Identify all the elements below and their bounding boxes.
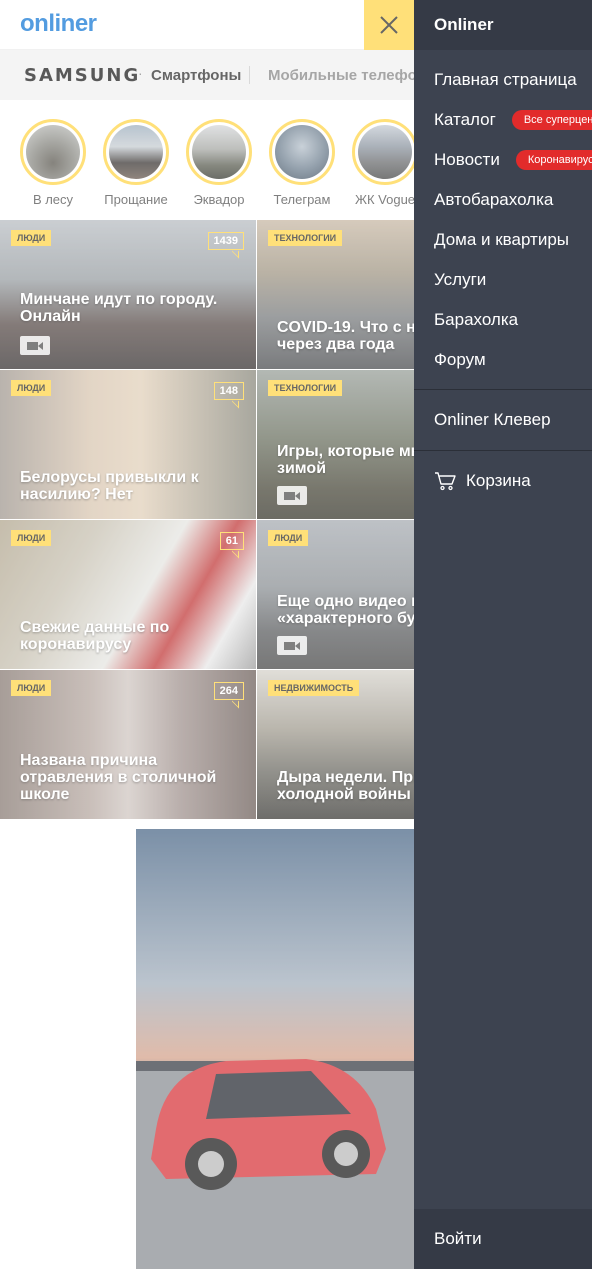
- menu-item-label: Дома и квартиры: [434, 230, 570, 249]
- promo-strip[interactable]: SAMSUNG · Смартфоны Мобильные телефоны: [0, 50, 414, 100]
- ad-banner[interactable]: [136, 829, 414, 1269]
- promo-divider: [249, 66, 250, 84]
- story-label: В лесу: [32, 192, 74, 207]
- news-title: Названа причина отравления в столичной ш…: [20, 752, 217, 803]
- menu-item-catalog[interactable]: Каталог Все суперцены: [414, 100, 592, 140]
- menu-item-news[interactable]: Новости Коронавирус: [414, 140, 592, 180]
- stories-carousel: В лесу Прощание Эквадор Телеграм ЖК Vogu…: [0, 100, 414, 220]
- news-tag: ТЕХНОЛОГИИ: [268, 230, 343, 246]
- story-ring: [20, 119, 86, 185]
- news-title: Дыра недели. Призрак холодной войны: [277, 769, 414, 803]
- menu-item-label: Главная страница: [434, 70, 577, 89]
- news-tile[interactable]: ЛЮДИ 1439 Минчане идут по городу. Онлайн: [0, 220, 256, 369]
- news-title: COVID-19. Что с нами через два года: [277, 319, 414, 353]
- story-thumbnail: [358, 125, 412, 179]
- cart-icon: [435, 472, 456, 491]
- news-tile[interactable]: ТЕХНОЛОГИИ Игры, которые мы ждем зимой: [257, 370, 414, 519]
- comment-count: 264: [213, 682, 244, 700]
- menu-list: Главная страница Каталог Все суперцены Н…: [414, 50, 592, 380]
- car-ad-image: [136, 829, 414, 1269]
- story-ring: [103, 119, 169, 185]
- catalog-badge: Все суперцены: [511, 110, 592, 130]
- menu-item-label: Услуги: [434, 270, 487, 289]
- story-label: Прощание: [104, 192, 168, 207]
- news-tag: ЛЮДИ: [11, 530, 52, 546]
- top-bar: onliner: [0, 0, 414, 50]
- comment-count: 1439: [207, 232, 244, 250]
- news-tile[interactable]: ЛЮДИ 61 Свежие данные по коронавирусу: [0, 520, 256, 669]
- news-tag: НЕДВИЖИМОСТЬ: [268, 680, 360, 696]
- news-title: Игры, которые мы ждем зимой: [277, 443, 414, 477]
- story-item[interactable]: Прощание: [101, 119, 171, 207]
- menu-item-forum[interactable]: Форум: [414, 340, 592, 380]
- news-tag: ЛЮДИ: [11, 380, 52, 396]
- video-icon: [277, 636, 307, 655]
- story-item[interactable]: Телеграм: [267, 119, 337, 207]
- video-icon: [277, 486, 307, 505]
- news-tile[interactable]: НЕДВИЖИМОСТЬ Дыра недели. Призрак холодн…: [257, 670, 414, 819]
- promo-brand: SAMSUNG: [24, 65, 141, 86]
- news-title: Минчане идут по городу. Онлайн: [20, 291, 218, 325]
- news-tile[interactable]: ЛЮДИ 264 Названа причина отравления в ст…: [0, 670, 256, 819]
- comment-count: 61: [219, 532, 244, 550]
- side-menu: Onliner Главная страница Каталог Все суп…: [414, 0, 592, 1269]
- story-label: Телеграм: [273, 192, 331, 207]
- menu-item-label: Каталог: [434, 110, 496, 129]
- comment-count: 148: [213, 382, 244, 400]
- story-label: Эквадор: [193, 192, 245, 207]
- story-ring: [352, 119, 414, 185]
- menu-item-cart[interactable]: Корзина: [414, 451, 592, 511]
- menu-item-label: Форум: [434, 350, 486, 369]
- story-ring: [186, 119, 252, 185]
- menu-item-clever[interactable]: Onliner Клевер: [414, 390, 592, 450]
- menu-item-realty[interactable]: Дома и квартиры: [414, 220, 592, 260]
- news-title: Белорусы привыкли к насилию? Нет: [20, 469, 199, 503]
- promo-category-smartphones[interactable]: Смартфоны: [151, 67, 241, 84]
- story-thumbnail: [26, 125, 80, 179]
- menu-header[interactable]: Onliner: [414, 0, 592, 50]
- news-tile[interactable]: ЛЮДИ Еще одно видео из «характерного бус…: [257, 520, 414, 669]
- story-ring: [269, 119, 335, 185]
- news-grid: ЛЮДИ 1439 Минчане идут по городу. Онлайн…: [0, 220, 414, 820]
- menu-item-services[interactable]: Услуги: [414, 260, 592, 300]
- news-title: Свежие данные по коронавирусу: [20, 619, 170, 653]
- login-button[interactable]: Войти: [414, 1209, 592, 1269]
- story-thumbnail: [109, 125, 163, 179]
- story-item[interactable]: Эквадор: [184, 119, 254, 207]
- menu-item-label: Автобарахолка: [434, 190, 554, 209]
- news-tile[interactable]: ТЕХНОЛОГИИ COVID-19. Что с нами через дв…: [257, 220, 414, 369]
- menu-item-label: Барахолка: [434, 310, 519, 329]
- video-icon: [20, 336, 50, 355]
- news-tile[interactable]: ЛЮДИ 148 Белорусы привыкли к насилию? Не…: [0, 370, 256, 519]
- news-title: Еще одно видео из «характерного буса»: [277, 593, 414, 627]
- story-thumbnail: [275, 125, 329, 179]
- story-item[interactable]: ЖК Vogue: [350, 119, 414, 207]
- menu-item-baraholka[interactable]: Барахолка: [414, 300, 592, 340]
- news-tag: ЛЮДИ: [11, 230, 52, 246]
- story-label: ЖК Vogue: [354, 192, 414, 207]
- close-menu-button[interactable]: [364, 0, 414, 50]
- menu-item-auto[interactable]: Автобарахолка: [414, 180, 592, 220]
- story-item[interactable]: В лесу: [18, 119, 88, 207]
- promo-category-phones[interactable]: Мобильные телефоны: [268, 67, 414, 84]
- news-tag: ЛЮДИ: [11, 680, 52, 696]
- news-badge: Коронавирус: [515, 150, 592, 170]
- menu-item-main[interactable]: Главная страница: [414, 60, 592, 100]
- news-tag: ЛЮДИ: [268, 530, 309, 546]
- menu-item-label: Новости: [434, 150, 500, 169]
- cart-label: Корзина: [466, 471, 531, 490]
- close-icon: [380, 16, 398, 34]
- promo-separator: ·: [138, 65, 143, 81]
- onliner-logo[interactable]: onliner: [20, 10, 97, 38]
- story-thumbnail: [192, 125, 246, 179]
- news-tag: ТЕХНОЛОГИИ: [268, 380, 343, 396]
